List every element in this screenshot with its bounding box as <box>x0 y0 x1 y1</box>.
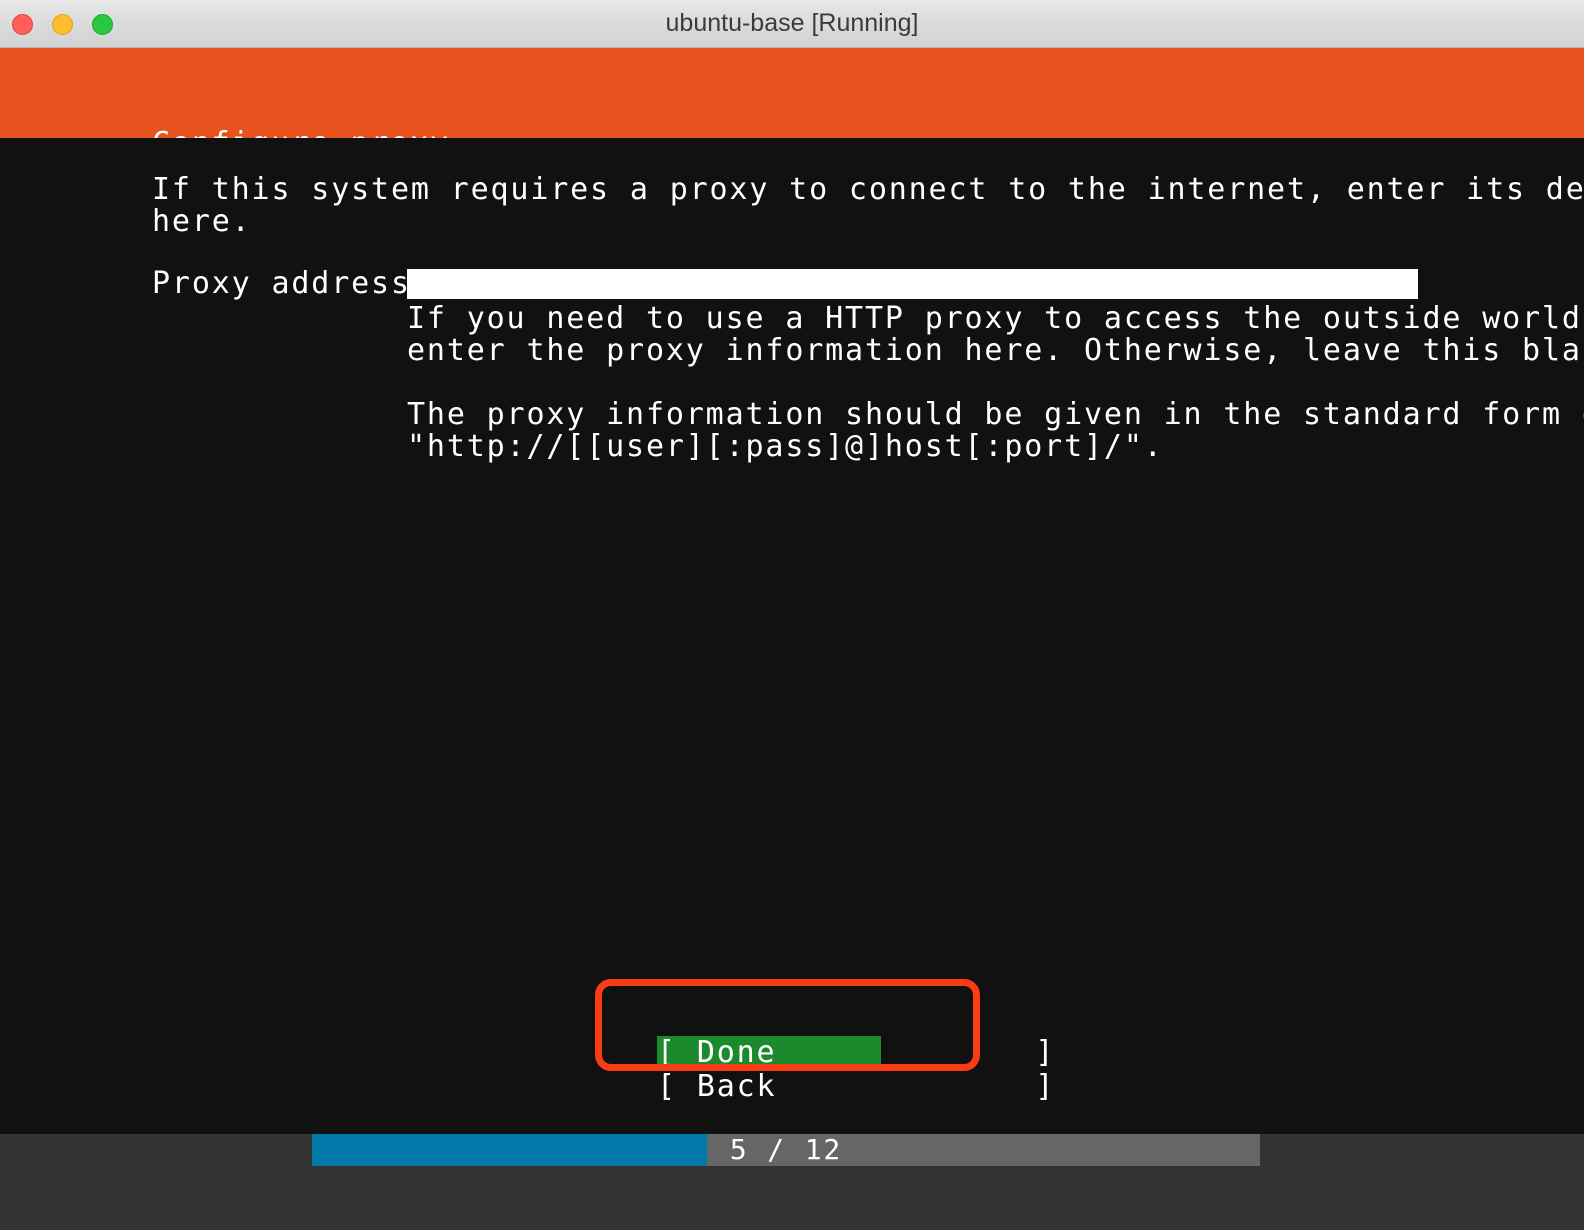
installer-content: If this system requires a proxy to conne… <box>0 138 1584 1134</box>
help-text-line-4: "http://[[user][:pass]@]host[:port]/". <box>407 429 1164 464</box>
proxy-address-label: Proxy address: <box>152 266 431 301</box>
intro-text-line-1: If this system requires a proxy to conne… <box>152 172 1584 207</box>
vm-window: ubuntu-base [Running] Configure proxy If… <box>0 0 1584 1230</box>
progress-step-label: 5 / 12 <box>729 1133 843 1166</box>
help-text-line-3: The proxy information should be given in… <box>407 397 1584 432</box>
progress-bar: 5 / 12 <box>312 1134 1260 1166</box>
help-text-line-2: enter the proxy information here. Otherw… <box>407 333 1584 368</box>
screen-header-band: Configure proxy <box>0 48 1584 161</box>
done-button[interactable]: [ Done ] <box>657 1036 1053 1070</box>
window-titlebar: ubuntu-base [Running] <box>0 0 1584 48</box>
intro-text-line-2: here. <box>152 204 252 239</box>
proxy-address-input[interactable] <box>407 269 1418 299</box>
installer-footer: 5 / 12 <box>0 1134 1584 1230</box>
back-button[interactable]: [ Back ] <box>657 1070 1053 1104</box>
help-text-line-1: If you need to use a HTTP proxy to acces… <box>407 301 1584 336</box>
window-title: ubuntu-base [Running] <box>665 9 919 37</box>
